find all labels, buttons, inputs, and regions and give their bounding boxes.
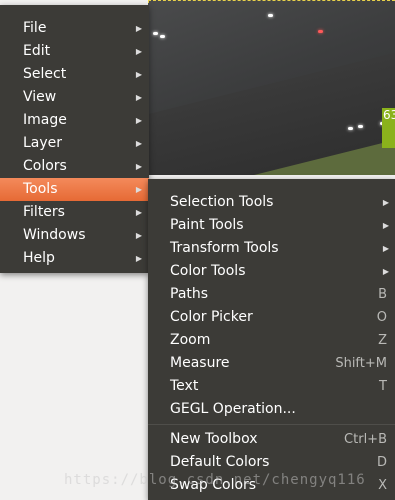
menu-item-label: View [23,89,57,105]
submenu-item-color-picker[interactable]: Color Picker O [148,306,395,329]
submenu-arrow-icon: ▶ [135,93,142,102]
submenu-item-default-colors[interactable]: Default Colors D [148,451,395,474]
submenu-arrow-icon: ▶ [382,221,389,230]
menu-item-label: Tools [23,181,58,197]
submenu-item-selection-tools[interactable]: Selection Tools ▶ [148,191,395,214]
submenu-arrow-icon: ▶ [135,185,142,194]
menu-item-label: Color Tools [170,263,246,279]
menu-item-edit[interactable]: Edit ▶ [0,40,149,63]
menu-item-label: Image [23,112,67,128]
submenu-arrow-icon: ▶ [135,254,142,263]
submenu-arrow-icon: ▶ [135,231,142,240]
menu-item-image[interactable]: Image ▶ [0,109,149,132]
submenu-arrow-icon: ▶ [135,162,142,171]
menu-item-label: File [23,20,47,36]
menu-item-label: Select [23,66,67,82]
menu-item-select[interactable]: Select ▶ [0,63,149,86]
menu-item-colors[interactable]: Colors ▶ [0,155,149,178]
menu-item-label: Edit [23,43,51,59]
submenu-item-new-toolbox[interactable]: New Toolbox Ctrl+B [148,428,395,451]
canvas-label-tag: 63 [382,108,395,148]
submenu-item-paths[interactable]: Paths B [148,283,395,306]
submenu-arrow-icon: ▶ [135,70,142,79]
submenu-item-gegl-operation[interactable]: GEGL Operation... [148,398,395,421]
image-canvas[interactable]: 63 [148,0,395,175]
menu-item-view[interactable]: View ▶ [0,86,149,109]
menu-item-label: Default Colors [170,454,270,470]
watermark-text: https://blog.csdn.net/chengyq116 [64,472,366,488]
submenu-arrow-icon: ▶ [382,198,389,207]
shortcut-label: B [378,287,387,302]
submenu-item-zoom[interactable]: Zoom Z [148,329,395,352]
menu-item-label: Transform Tools [170,240,279,256]
shortcut-label: T [379,379,387,394]
menu-item-label: GEGL Operation... [170,401,296,417]
tools-submenu: Selection Tools ▶ Paint Tools ▶ Transfor… [148,179,395,500]
submenu-item-text[interactable]: Text T [148,375,395,398]
menu-item-label: Selection Tools [170,194,274,210]
menu-item-label: Paint Tools [170,217,244,233]
menu-item-layer[interactable]: Layer ▶ [0,132,149,155]
menu-item-label: Measure [170,355,230,371]
submenu-arrow-icon: ▶ [135,208,142,217]
submenu-arrow-icon: ▶ [135,47,142,56]
menu-item-help[interactable]: Help ▶ [0,247,149,270]
shortcut-label: X [378,478,387,493]
menu-item-label: Windows [23,227,86,243]
submenu-item-color-tools[interactable]: Color Tools ▶ [148,260,395,283]
shortcut-label: O [376,310,387,325]
menu-item-file[interactable]: File ▶ [0,17,149,40]
menu-separator [148,424,395,425]
menu-item-label: Colors [23,158,67,174]
submenu-item-paint-tools[interactable]: Paint Tools ▶ [148,214,395,237]
submenu-arrow-icon: ▶ [135,139,142,148]
shortcut-label: Shift+M [335,356,387,371]
submenu-arrow-icon: ▶ [382,267,389,276]
menu-item-label: Zoom [170,332,211,348]
menu-item-filters[interactable]: Filters ▶ [0,201,149,224]
menu-item-label: Layer [23,135,63,151]
menu-item-windows[interactable]: Windows ▶ [0,224,149,247]
menu-item-label: Filters [23,204,65,220]
submenu-arrow-icon: ▶ [135,24,142,33]
shortcut-label: Z [378,333,387,348]
menu-item-label: Help [23,250,55,266]
menu-item-label: Color Picker [170,309,253,325]
menu-item-tools[interactable]: Tools ▶ [0,178,149,201]
submenu-item-transform-tools[interactable]: Transform Tools ▶ [148,237,395,260]
submenu-arrow-icon: ▶ [135,116,142,125]
menu-item-label: New Toolbox [170,431,258,447]
submenu-arrow-icon: ▶ [382,244,389,253]
menu-item-label: Paths [170,286,209,302]
main-menu: File ▶ Edit ▶ Select ▶ View ▶ Image ▶ La… [0,5,149,273]
selection-marquee-top [148,0,395,1]
shortcut-label: D [376,455,387,470]
submenu-item-measure[interactable]: Measure Shift+M [148,352,395,375]
shortcut-label: Ctrl+B [344,432,387,447]
menu-item-label: Text [170,378,199,394]
